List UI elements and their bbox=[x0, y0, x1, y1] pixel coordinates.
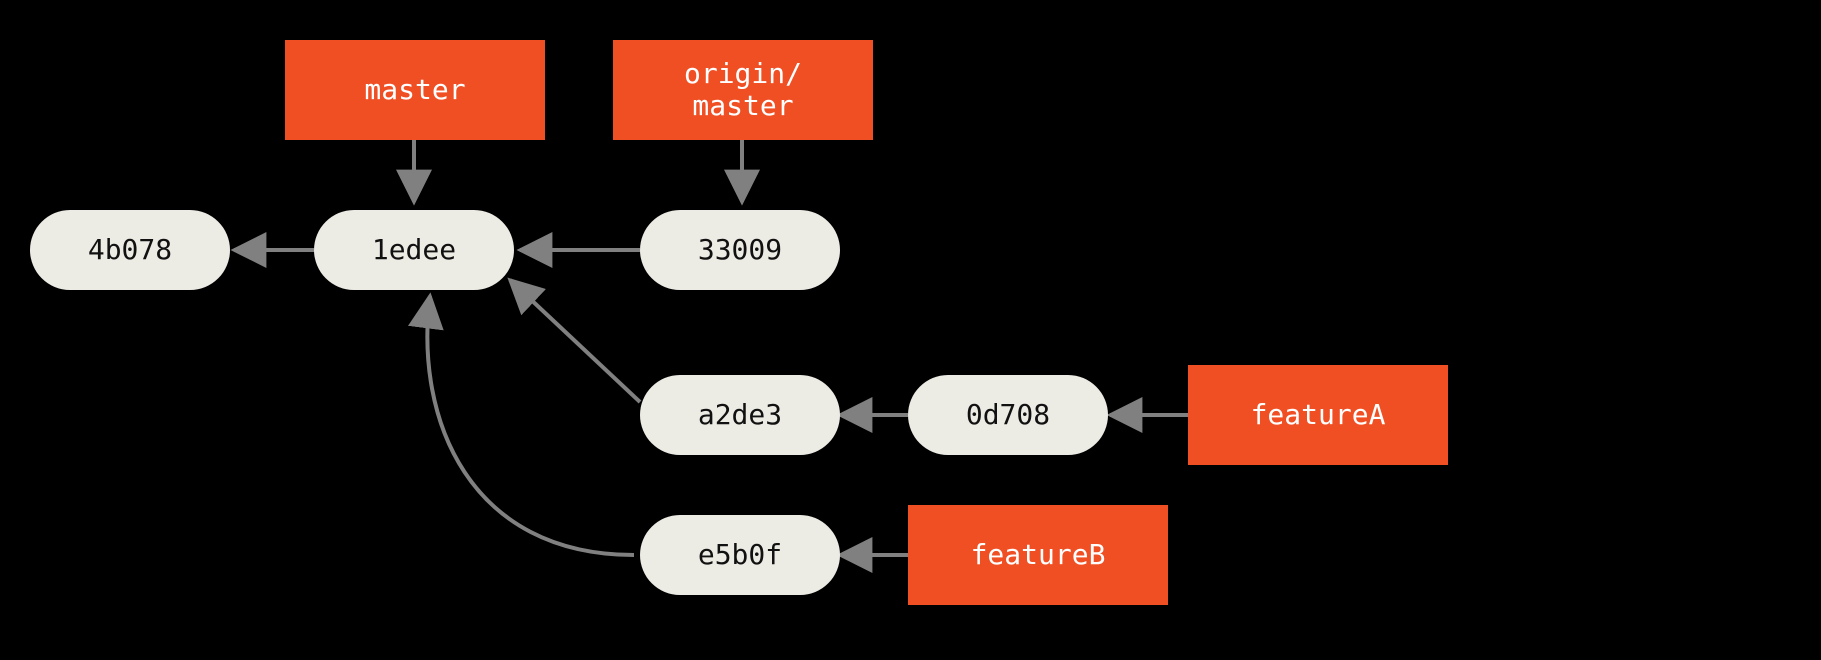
commit-hash: a2de3 bbox=[698, 399, 782, 431]
commit-hash: 1edee bbox=[372, 234, 456, 266]
commit-4b078: 4b078 bbox=[30, 210, 230, 290]
branch-label: featureB bbox=[971, 539, 1106, 571]
commit-e5b0f: e5b0f bbox=[640, 515, 840, 595]
commit-a2de3: a2de3 bbox=[640, 375, 840, 455]
commit-hash: 0d708 bbox=[966, 399, 1050, 431]
commit-hash: 33009 bbox=[698, 234, 782, 266]
branch-master: master bbox=[285, 40, 545, 140]
git-graph-diagram: master origin/ master featureA featureB … bbox=[0, 0, 1821, 660]
branch-label: featureA bbox=[1251, 399, 1386, 431]
edge-a2de3-to-1edee bbox=[510, 280, 640, 402]
branch-featureA: featureA bbox=[1188, 365, 1448, 465]
branch-label: origin/ master bbox=[684, 58, 802, 122]
edge-e5b0f-to-1edee bbox=[427, 296, 634, 555]
branch-origin-master: origin/ master bbox=[613, 40, 873, 140]
commit-hash: 4b078 bbox=[88, 234, 172, 266]
branch-featureB: featureB bbox=[908, 505, 1168, 605]
commit-1edee: 1edee bbox=[314, 210, 514, 290]
commit-0d708: 0d708 bbox=[908, 375, 1108, 455]
commit-33009: 33009 bbox=[640, 210, 840, 290]
commit-hash: e5b0f bbox=[698, 539, 782, 571]
branch-label: master bbox=[364, 74, 465, 106]
